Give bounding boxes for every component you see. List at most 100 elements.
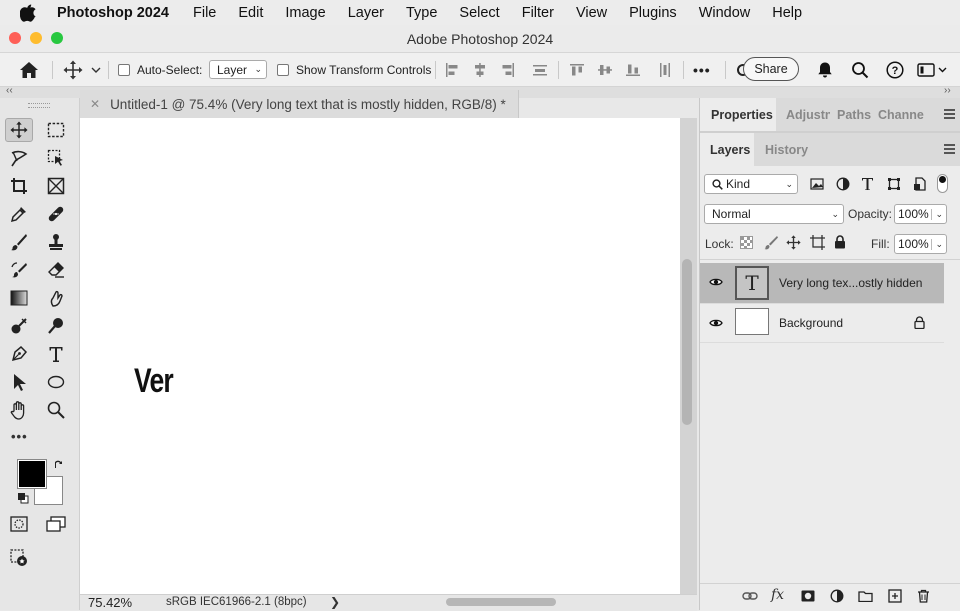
workspace-layout-icon[interactable]: [917, 53, 947, 86]
opacity-field[interactable]: 100% ⌄: [894, 204, 947, 224]
filter-toggle[interactable]: [937, 174, 948, 193]
layer-name[interactable]: Very long tex...ostly hidden: [779, 276, 922, 290]
new-adjustment-layer-icon[interactable]: [830, 589, 844, 603]
panel-menu-icon[interactable]: [944, 144, 955, 156]
edit-toolbar-button[interactable]: •••: [11, 429, 28, 444]
lock-pixels-icon[interactable]: [764, 235, 778, 250]
trash-icon[interactable]: [917, 589, 930, 603]
align-right-icon[interactable]: [501, 53, 515, 86]
new-layer-icon[interactable]: [888, 589, 902, 603]
dodge-tool-icon[interactable]: [5, 314, 33, 338]
toolbar-grip[interactable]: [28, 103, 50, 108]
history-brush-tool-icon[interactable]: [5, 258, 33, 282]
tab-adjustments[interactable]: Adjustn: [778, 98, 830, 131]
collapse-left-icon[interactable]: ‹‹: [6, 85, 13, 96]
clone-stamp-tool-icon[interactable]: [42, 230, 70, 254]
swap-colors-icon[interactable]: [53, 458, 65, 470]
zoom-tool-icon[interactable]: [42, 398, 70, 422]
lock-transparent-icon[interactable]: [740, 236, 753, 249]
filter-smart-object-icon[interactable]: [913, 177, 927, 191]
chevron-down-icon[interactable]: [91, 53, 101, 86]
blend-mode-dropdown[interactable]: Normal ⌄: [704, 204, 844, 224]
align-vertical-center-icon[interactable]: [597, 53, 613, 86]
menu-layer[interactable]: Layer: [348, 5, 384, 21]
hand-tool-icon[interactable]: [5, 398, 33, 422]
menu-image[interactable]: Image: [285, 5, 325, 21]
menu-type[interactable]: Type: [406, 5, 437, 21]
fill-field[interactable]: 100% ⌄: [894, 234, 947, 254]
tab-paths[interactable]: Paths: [833, 98, 871, 131]
distribute-horizontal-icon[interactable]: [532, 53, 548, 86]
apple-icon[interactable]: [17, 4, 39, 22]
align-top-icon[interactable]: [569, 53, 585, 86]
menu-edit[interactable]: Edit: [238, 5, 263, 21]
lasso-tool-icon[interactable]: [5, 146, 33, 170]
crop-tool-icon[interactable]: [5, 174, 33, 198]
eyedropper-tool-icon[interactable]: [5, 202, 33, 226]
menu-help[interactable]: Help: [772, 5, 802, 21]
add-mask-icon[interactable]: [801, 590, 815, 602]
distribute-vertical-icon[interactable]: [657, 53, 673, 86]
tab-channels[interactable]: Channe: [874, 98, 924, 131]
tab-properties[interactable]: Properties: [700, 98, 776, 131]
search-icon[interactable]: [851, 53, 869, 86]
auto-select-checkbox[interactable]: [118, 53, 130, 86]
share-button[interactable]: Share: [743, 57, 799, 81]
collapse-right-icon[interactable]: ››: [944, 85, 951, 96]
menu-file[interactable]: File: [193, 5, 216, 21]
close-document-icon[interactable]: ✕: [90, 97, 100, 111]
bell-icon[interactable]: [816, 53, 834, 86]
foreground-color-swatch-front[interactable]: [17, 459, 47, 489]
filter-pixel-icon[interactable]: [810, 178, 824, 190]
horizontal-scrollbar-thumb[interactable]: [446, 598, 556, 606]
frame-tool-icon[interactable]: [42, 174, 70, 198]
show-transform-checkbox[interactable]: [277, 53, 289, 86]
more-options-button[interactable]: •••: [693, 53, 711, 86]
home-icon[interactable]: [19, 53, 39, 86]
layer-row-background[interactable]: Background: [700, 303, 944, 343]
menu-plugins[interactable]: Plugins: [629, 5, 677, 21]
healing-brush-tool-icon[interactable]: [42, 202, 70, 226]
gradient-tool-icon[interactable]: [5, 286, 33, 310]
tab-history[interactable]: History: [756, 133, 818, 166]
move-tool-preset-icon[interactable]: [63, 53, 83, 86]
link-layers-icon[interactable]: [742, 591, 758, 601]
ellipse-tool-icon[interactable]: [42, 370, 70, 394]
help-icon[interactable]: ?: [886, 53, 904, 86]
lock-all-icon[interactable]: [834, 235, 846, 249]
filter-shape-icon[interactable]: [887, 177, 901, 191]
menu-select[interactable]: Select: [459, 5, 499, 21]
brush-tool-icon[interactable]: [5, 230, 33, 254]
menu-window[interactable]: Window: [699, 5, 751, 21]
new-group-icon[interactable]: [858, 590, 873, 602]
layer-row-text[interactable]: T Very long tex...ostly hidden: [700, 263, 944, 303]
eraser-tool-icon[interactable]: [42, 258, 70, 282]
menu-view[interactable]: View: [576, 5, 607, 21]
path-selection-tool-icon[interactable]: [5, 370, 33, 394]
eye-icon[interactable]: [709, 318, 723, 328]
menu-filter[interactable]: Filter: [522, 5, 554, 21]
align-bottom-icon[interactable]: [625, 53, 641, 86]
screen-mode-icon[interactable]: [42, 512, 70, 536]
lock-artboard-icon[interactable]: [810, 235, 825, 250]
status-menu-arrow[interactable]: ❯: [330, 595, 340, 609]
marquee-tool-icon[interactable]: [42, 118, 70, 142]
burn-tool-icon[interactable]: [42, 314, 70, 338]
quick-mask-icon[interactable]: [5, 512, 33, 536]
panel-menu-icon[interactable]: [944, 109, 955, 121]
vertical-scrollbar-thumb[interactable]: [682, 259, 692, 425]
lock-position-icon[interactable]: [786, 235, 801, 250]
filter-adjustment-icon[interactable]: [836, 177, 850, 191]
fx-icon[interactable]: fx: [771, 587, 784, 603]
filter-type-icon[interactable]: [861, 177, 874, 191]
default-colors-icon[interactable]: [17, 492, 29, 504]
canvas-text-layer[interactable]: Ver: [134, 362, 174, 401]
type-tool-icon[interactable]: [42, 342, 70, 366]
content-credentials-icon[interactable]: [5, 546, 33, 570]
zoom-level-field[interactable]: 75.42%: [88, 595, 132, 610]
auto-select-dropdown[interactable]: Layer ⌄: [209, 60, 267, 79]
menu-app-name[interactable]: Photoshop 2024: [57, 5, 169, 21]
layer-filter-dropdown[interactable]: Kind ⌄: [704, 174, 798, 194]
pen-tool-icon[interactable]: [5, 342, 33, 366]
align-left-icon[interactable]: [445, 53, 459, 86]
